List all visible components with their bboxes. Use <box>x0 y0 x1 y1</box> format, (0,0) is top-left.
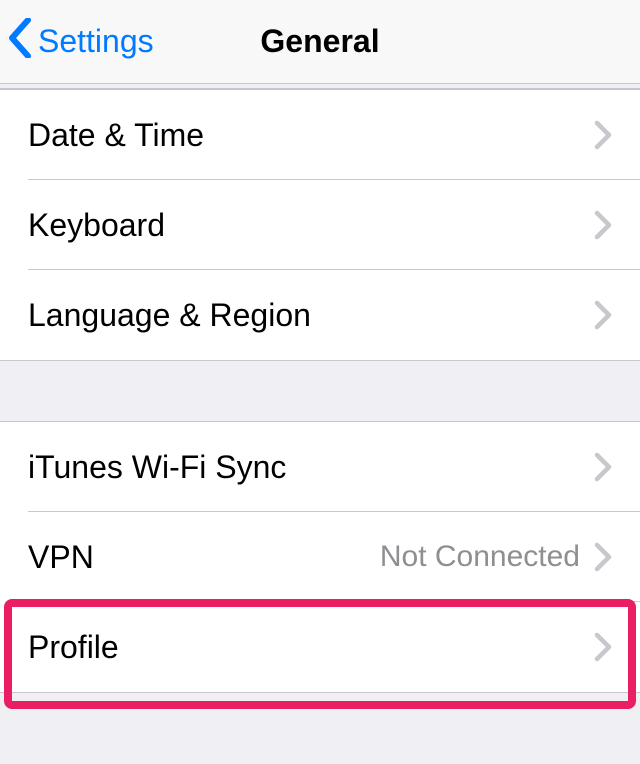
row-label: VPN <box>28 539 94 576</box>
row-language-region[interactable]: Language & Region <box>0 270 640 360</box>
chevron-right-icon <box>594 452 612 482</box>
chevron-right-icon <box>594 300 612 330</box>
row-label: Keyboard <box>28 207 165 244</box>
chevron-right-icon <box>594 542 612 572</box>
settings-group-2: iTunes Wi-Fi Sync VPN Not Connected Prof… <box>0 421 640 693</box>
row-label: iTunes Wi-Fi Sync <box>28 449 286 486</box>
back-button[interactable]: Settings <box>8 0 154 83</box>
back-label: Settings <box>38 23 154 60</box>
row-label: Profile <box>28 629 119 666</box>
content: Date & Time Keyboard Language & Region <box>0 88 640 693</box>
chevron-right-icon <box>594 632 612 662</box>
row-itunes-wifi-sync[interactable]: iTunes Wi-Fi Sync <box>0 422 640 512</box>
row-date-time[interactable]: Date & Time <box>0 90 640 180</box>
chevron-right-icon <box>594 210 612 240</box>
chevron-left-icon <box>8 18 38 66</box>
row-value: Not Connected <box>94 540 594 574</box>
row-keyboard[interactable]: Keyboard <box>0 180 640 270</box>
chevron-right-icon <box>594 120 612 150</box>
nav-bar: Settings General <box>0 0 640 84</box>
row-label: Date & Time <box>28 117 204 154</box>
row-label: Language & Region <box>28 297 311 334</box>
row-profile[interactable]: Profile <box>0 602 640 692</box>
row-vpn[interactable]: VPN Not Connected <box>0 512 640 602</box>
settings-group-1: Date & Time Keyboard Language & Region <box>0 88 640 361</box>
